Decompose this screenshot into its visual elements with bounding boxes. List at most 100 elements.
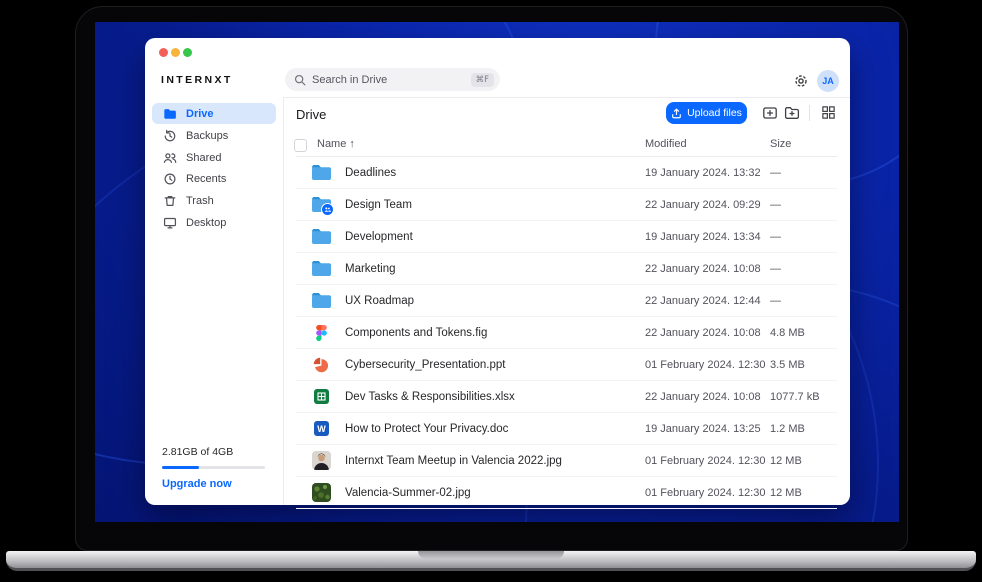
internxt-drive-window: INTERNXT Search in Drive ⌘F JA [145,38,850,505]
figma-file-icon [316,325,327,341]
file-size: 12 MB [770,455,802,467]
laptop-screen-bezel: INTERNXT Search in Drive ⌘F JA [75,6,908,551]
table-row[interactable]: Design Team 22 January 2024. 09:29 — [296,189,837,221]
sidebar-item-label: Backups [186,130,228,142]
sidebar-item-trash[interactable]: Trash [152,190,276,211]
file-modified: 22 January 2024. 09:29 [645,199,761,211]
powerpoint-file-icon [313,357,329,373]
file-name: UX Roadmap [345,295,414,307]
sidebar-divider [283,97,284,505]
sort-ascending-icon: ↑ [349,138,355,150]
upload-files-button[interactable]: Upload files [666,102,747,124]
file-name: Cybersecurity_Presentation.ppt [345,359,505,371]
file-size: 4.8 MB [770,327,805,339]
file-list: Deadlines 19 January 2024. 13:32 — [296,157,837,509]
laptop-base [6,551,976,571]
file-size: — [770,199,781,211]
new-folder-icon [784,105,800,121]
close-window-button[interactable] [159,48,168,57]
select-all-checkbox[interactable] [294,139,307,152]
file-modified: 19 January 2024. 13:34 [645,231,761,243]
file-name: Design Team [345,199,412,211]
desktop-wallpaper: INTERNXT Search in Drive ⌘F JA [95,22,899,522]
upload-icon [671,108,682,119]
file-size: — [770,231,781,243]
column-header-size[interactable]: Size [770,138,791,150]
table-row[interactable]: Marketing 22 January 2024. 10:08 — [296,253,837,285]
photo-thumbnail-portrait [312,451,331,470]
table-row[interactable]: Development 19 January 2024. 13:34 — [296,221,837,253]
file-name: Dev Tasks & Responsibilities.xlsx [345,391,515,403]
table-row[interactable]: UX Roadmap 22 January 2024. 12:44 — [296,285,837,317]
shared-badge-icon [321,203,334,216]
trash-icon [163,194,177,208]
table-row[interactable]: W How to Protect Your Privacy.doc 19 Jan… [296,413,837,445]
table-row[interactable]: Deadlines 19 January 2024. 13:32 — [296,157,837,189]
file-size: — [770,263,781,275]
file-name: How to Protect Your Privacy.doc [345,423,508,435]
minimize-window-button[interactable] [171,48,180,57]
backup-clock-icon [163,129,177,143]
sidebar-item-shared[interactable]: Shared [152,147,276,168]
table-row[interactable]: Internxt Team Meetup in Valencia 2022.jp… [296,445,837,477]
avatar[interactable]: JA [817,70,839,92]
sidebar-item-desktop[interactable]: Desktop [152,212,276,233]
internxt-logo: INTERNXT [161,74,233,86]
storage-progress-bar [162,466,265,469]
file-size: — [770,167,781,179]
toolbar-divider [809,105,810,121]
sidebar-item-label: Recents [186,173,226,185]
folder-icon [311,164,332,181]
file-modified: 22 January 2024. 10:08 [645,391,761,403]
new-folder-button[interactable] [784,105,800,121]
file-modified: 01 February 2024. 12:30 [645,455,765,467]
table-row[interactable]: Components and Tokens.fig 22 January 202… [296,317,837,349]
file-modified: 22 January 2024. 10:08 [645,263,761,275]
file-name: Deadlines [345,167,396,179]
file-name: Valencia-Summer-02.jpg [345,487,471,499]
sidebar-item-label: Trash [186,195,214,207]
sidebar-item-recents[interactable]: Recents [152,168,276,189]
clock-icon [163,172,177,186]
excel-file-icon [314,389,329,404]
table-row[interactable]: Dev Tasks & Responsibilities.xlsx 22 Jan… [296,381,837,413]
sidebar-item-label: Desktop [186,217,226,229]
photo-thumbnail-leaves [312,483,331,502]
file-modified: 19 January 2024. 13:25 [645,423,761,435]
file-size: 1077.7 kB [770,391,820,403]
upload-files-label: Upload files [687,107,742,119]
zoom-window-button[interactable] [183,48,192,57]
grid-view-icon [821,105,836,120]
upgrade-now-link[interactable]: Upgrade now [162,478,232,490]
storage-progress-fill [162,466,199,469]
desktop-icon [163,216,177,230]
storage-usage-text: 2.81GB of 4GB [162,446,233,458]
table-row[interactable]: Valencia-Summer-02.jpg 01 February 2024.… [296,477,837,509]
folder-icon [163,107,177,121]
folder-icon [311,228,332,245]
file-size: 12 MB [770,487,802,499]
sidebar-item-backups[interactable]: Backups [152,125,276,146]
folder-icon [311,260,332,277]
new-folder-square-button[interactable] [762,105,778,121]
file-modified: 01 February 2024. 12:30 [645,359,765,371]
file-modified: 22 January 2024. 10:08 [645,327,761,339]
column-header-modified[interactable]: Modified [645,138,687,150]
file-size: 3.5 MB [770,359,805,371]
laptop-lid-notch [418,551,564,559]
topbar-divider [283,97,850,98]
grid-view-button[interactable] [821,105,837,121]
search-input[interactable]: Search in Drive ⌘F [285,68,500,91]
settings-button[interactable] [793,73,809,89]
file-modified: 01 February 2024. 12:30 [645,487,765,499]
file-name: Development [345,231,413,243]
file-name: Marketing [345,263,396,275]
file-modified: 19 January 2024. 13:32 [645,167,761,179]
gear-icon [793,73,809,89]
search-icon [294,74,306,86]
svg-text:W: W [317,424,326,434]
table-row[interactable]: Cybersecurity_Presentation.ppt 01 Februa… [296,349,837,381]
file-modified: 22 January 2024. 12:44 [645,295,761,307]
sidebar-item-drive[interactable]: Drive [152,103,276,124]
column-header-name[interactable]: Name ↑ [317,138,355,150]
